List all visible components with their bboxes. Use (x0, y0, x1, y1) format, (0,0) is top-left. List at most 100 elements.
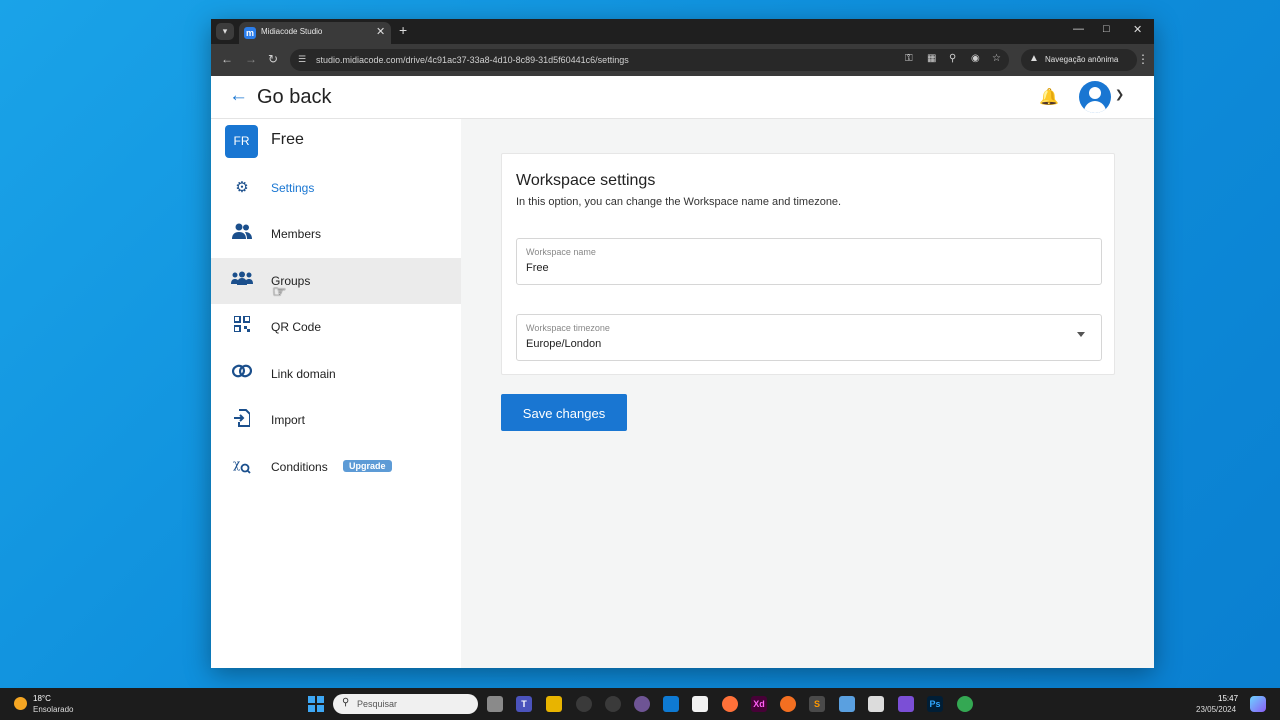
back-arrow-icon[interactable]: ← (229, 85, 248, 107)
github-icon[interactable] (634, 696, 650, 712)
tab-close-icon[interactable]: ✕ (376, 25, 385, 38)
incognito-icon: ▲ (1029, 53, 1039, 64)
search-placeholder: Pesquisar (357, 699, 398, 709)
address-bar: ← → ↻ ☰ studio.midiacode.com/drive/4c91a… (211, 44, 1154, 76)
adobe-xd-icon[interactable]: Xd (751, 696, 767, 712)
chevron-down-icon[interactable]: ❯ (1115, 88, 1124, 101)
tab-title: Midiacode Studio (261, 27, 323, 36)
back-nav-icon[interactable]: ← (221, 52, 233, 66)
teams-icon[interactable]: T (516, 696, 532, 712)
bookmark-star-icon[interactable]: ☆ (992, 53, 1001, 64)
photoshop-icon[interactable]: Ps (927, 696, 943, 712)
workspace-avatar: FR (225, 125, 258, 158)
sidebar-item-settings[interactable]: ⚙ Settings (211, 165, 461, 211)
timezone-value: Europe/London (526, 338, 602, 350)
taskbar: 18°C Ensolarado ⚲ Pesquisar T Xd S Ps 15… (0, 688, 1280, 720)
sidebar-item-label: Link domain (271, 367, 336, 381)
site-info-icon[interactable]: ☰ (298, 54, 306, 65)
workspace-timezone-select[interactable]: Workspace timezone Europe/London (516, 314, 1102, 361)
upgrade-badge[interactable]: Upgrade (343, 460, 392, 472)
app-content: ← Go back 🔔 ❯ FR Free ⚙ Settings Members (211, 76, 1154, 668)
sidebar-item-members[interactable]: Members (211, 211, 461, 257)
go-back-link[interactable]: Go back (257, 86, 331, 109)
browser-window: ▾ m Midiacode Studio ✕ + — □ ✕ ← → ↻ ☰ s… (211, 19, 1154, 668)
import-icon (231, 409, 253, 431)
maximize-icon[interactable]: □ (1103, 23, 1110, 35)
sidebar-item-qr-code[interactable]: QR Code (211, 304, 461, 350)
hand-cursor-icon: ☞ (272, 284, 287, 301)
avatar-head (1089, 87, 1101, 99)
chrome-dev-icon[interactable] (576, 696, 592, 712)
field-label: Workspace name (526, 247, 596, 257)
incognito-indicator[interactable]: ▲ Navegação anônima (1021, 49, 1137, 71)
dropdown-caret-icon[interactable] (1077, 332, 1085, 337)
groups-icon (231, 270, 253, 292)
sidebar-item-label: QR Code (271, 320, 322, 334)
midiacode-favicon-icon: m (244, 27, 256, 39)
forward-nav-icon[interactable]: → (245, 52, 257, 66)
workspace-name-input[interactable] (526, 262, 1066, 274)
zoom-icon[interactable]: ⚲ (949, 53, 956, 64)
browser-tab[interactable]: m Midiacode Studio ✕ (239, 22, 391, 44)
file-explorer-icon[interactable] (546, 696, 562, 712)
window-close-icon[interactable]: ✕ (1133, 23, 1142, 36)
slack-icon[interactable] (605, 696, 621, 712)
minimize-icon[interactable]: — (1073, 23, 1084, 35)
password-key-icon[interactable]: ⚿ (905, 53, 913, 64)
svg-text:χ: χ (233, 457, 241, 471)
weather-temperature[interactable]: 18°C (33, 694, 51, 703)
tab-strip: ▾ m Midiacode Studio ✕ + — □ ✕ (211, 19, 1154, 44)
card-description: In this option, you can change the Works… (516, 196, 842, 208)
sidebar-item-label: Members (271, 227, 322, 241)
sidebar-item-label: Settings (271, 181, 315, 195)
gear-icon: ⚙ (235, 179, 249, 196)
workspace-settings-card: Workspace settings In this option, you c… (501, 153, 1115, 375)
sidebar-item-link-domain[interactable]: Link domain (211, 351, 461, 397)
reload-icon[interactable]: ↻ (268, 52, 278, 66)
task-view-icon[interactable] (487, 696, 503, 712)
link-icon (231, 363, 253, 385)
sidebar: FR Free ⚙ Settings Members Groups QR Cod… (211, 119, 461, 668)
user-avatar[interactable] (1079, 81, 1111, 113)
copilot-icon[interactable] (1250, 696, 1266, 712)
incognito-label: Navegação anônima (1045, 55, 1119, 64)
url-text[interactable]: studio.midiacode.com/drive/4c91ac37-33a8… (316, 55, 629, 65)
workspace-name-field[interactable]: Workspace name (516, 238, 1102, 285)
video-editor-icon[interactable] (898, 696, 914, 712)
snipping-tool-icon[interactable] (868, 696, 884, 712)
vscode-icon[interactable] (663, 696, 679, 712)
clock-time[interactable]: 15:47 (1218, 694, 1238, 703)
postman-icon[interactable] (780, 696, 796, 712)
sidebar-item-label: Import (271, 413, 306, 427)
field-label: Workspace timezone (526, 323, 610, 333)
app-header: ← Go back 🔔 ❯ (211, 76, 1154, 119)
weather-condition[interactable]: Ensolarado (33, 705, 73, 714)
sidebar-item-label: Conditions (271, 460, 328, 474)
tab-search-button[interactable]: ▾ (216, 23, 234, 40)
firefox-icon[interactable] (722, 696, 738, 712)
taskbar-search[interactable]: ⚲ Pesquisar (333, 694, 478, 714)
browser-menu-icon[interactable]: ⋮ (1137, 52, 1149, 66)
save-changes-button[interactable]: Save changes (501, 394, 627, 431)
eye-off-icon[interactable]: ◉ (971, 53, 980, 64)
translate-icon[interactable]: ▦ (927, 53, 936, 64)
conditions-icon: χ (231, 456, 253, 478)
sublime-text-icon[interactable]: S (809, 696, 825, 712)
avatar-body (1084, 101, 1106, 113)
sidebar-item-import[interactable]: Import (211, 397, 461, 443)
qr-code-icon (231, 315, 253, 338)
window-app-icon[interactable] (839, 696, 855, 712)
sidebar-item-conditions[interactable]: χ Conditions Upgrade (211, 444, 461, 490)
omnibox[interactable]: ☰ studio.midiacode.com/drive/4c91ac37-33… (290, 49, 1009, 71)
windows-start-icon[interactable] (308, 696, 324, 712)
notepad-icon[interactable] (692, 696, 708, 712)
workspace-name: Free (271, 131, 304, 148)
new-tab-button[interactable]: + (399, 22, 407, 38)
card-title: Workspace settings (516, 172, 656, 189)
sidebar-item-groups[interactable]: Groups (211, 258, 461, 304)
clock-date[interactable]: 23/05/2024 (1196, 705, 1236, 714)
chrome-icon[interactable] (957, 696, 973, 712)
notification-bell-icon[interactable]: 🔔 (1039, 87, 1059, 107)
sun-icon[interactable] (14, 697, 27, 710)
main-panel: Workspace settings In this option, you c… (461, 119, 1154, 668)
